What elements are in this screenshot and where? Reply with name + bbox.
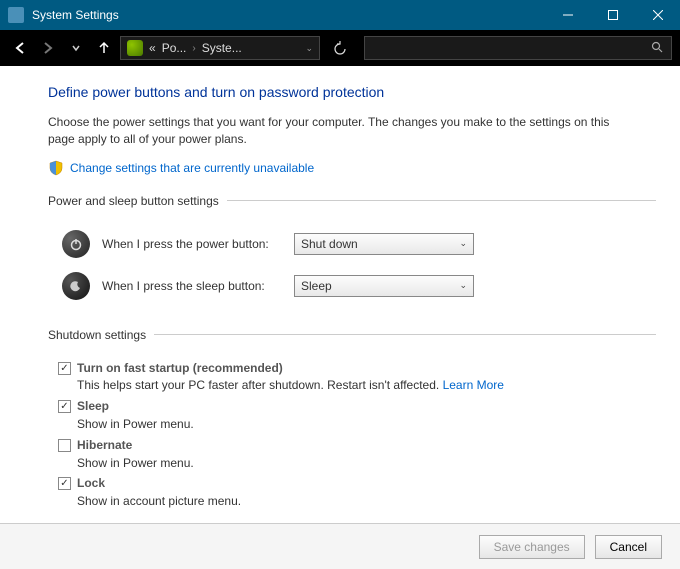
cancel-button[interactable]: Cancel — [595, 535, 662, 559]
hibernate-title: Hibernate — [77, 438, 132, 452]
power-sleep-settings-group: Power and sleep button settings When I p… — [48, 194, 656, 318]
lock-desc: Show in account picture menu. — [77, 493, 241, 510]
shutdown-legend: Shutdown settings — [48, 328, 154, 342]
sleep-button-icon — [62, 272, 90, 300]
refresh-button[interactable] — [328, 36, 352, 60]
save-changes-button[interactable]: Save changes — [479, 535, 585, 559]
sleep-button-value: Sleep — [301, 279, 332, 293]
sleep-button-dropdown[interactable]: Sleep ⌄ — [294, 275, 474, 297]
maximize-button[interactable] — [590, 0, 635, 30]
page-description: Choose the power settings that you want … — [48, 114, 628, 148]
titlebar: System Settings — [0, 0, 680, 30]
search-icon — [651, 41, 663, 56]
power-button-value: Shut down — [301, 237, 358, 251]
page-title: Define power buttons and turn on passwor… — [48, 84, 656, 100]
fast-startup-checkbox[interactable]: ✓ — [58, 362, 71, 375]
navigation-bar: « Po... › Syste... ⌄ — [0, 30, 680, 66]
history-dropdown-icon[interactable] — [64, 36, 88, 60]
fast-startup-title: Turn on fast startup (recommended) — [77, 361, 283, 375]
chevron-right-icon: › — [192, 43, 195, 54]
sleep-desc: Show in Power menu. — [77, 416, 194, 433]
breadcrumb[interactable]: « Po... › Syste... ⌄ — [120, 36, 320, 60]
change-settings-link[interactable]: Change settings that are currently unava… — [70, 161, 314, 175]
breadcrumb-location-icon — [127, 40, 143, 56]
power-button-label: When I press the power button: — [102, 237, 282, 251]
sleep-title: Sleep — [77, 399, 109, 413]
up-button[interactable] — [92, 36, 116, 60]
breadcrumb-segment-1[interactable]: Po... — [162, 41, 187, 55]
shutdown-settings-group: Shutdown settings ✓ Turn on fast startup… — [48, 328, 656, 516]
power-sleep-legend: Power and sleep button settings — [48, 194, 227, 208]
minimize-button[interactable] — [545, 0, 590, 30]
close-button[interactable] — [635, 0, 680, 30]
breadcrumb-dropdown-icon[interactable]: ⌄ — [305, 43, 313, 54]
lock-checkbox[interactable]: ✓ — [58, 477, 71, 490]
lock-title: Lock — [77, 476, 105, 490]
forward-button[interactable] — [36, 36, 60, 60]
hibernate-checkbox[interactable] — [58, 439, 71, 452]
learn-more-link[interactable]: Learn More — [443, 378, 504, 392]
power-button-dropdown[interactable]: Shut down ⌄ — [294, 233, 474, 255]
footer: Save changes Cancel — [0, 523, 680, 569]
window-title: System Settings — [32, 8, 545, 22]
power-button-icon — [62, 230, 90, 258]
chevron-down-icon: ⌄ — [459, 280, 467, 291]
hibernate-desc: Show in Power menu. — [77, 455, 194, 472]
search-input[interactable] — [364, 36, 672, 60]
chevron-down-icon: ⌄ — [459, 238, 467, 249]
back-button[interactable] — [8, 36, 32, 60]
breadcrumb-segment-2[interactable]: Syste... — [202, 41, 242, 55]
sleep-checkbox[interactable]: ✓ — [58, 400, 71, 413]
sleep-button-label: When I press the sleep button: — [102, 279, 282, 293]
shield-icon — [48, 160, 64, 176]
fast-startup-desc: This helps start your PC faster after sh… — [77, 378, 439, 392]
breadcrumb-prefix: « — [149, 41, 156, 55]
content-area: Define power buttons and turn on passwor… — [0, 66, 680, 523]
app-icon — [8, 7, 24, 23]
